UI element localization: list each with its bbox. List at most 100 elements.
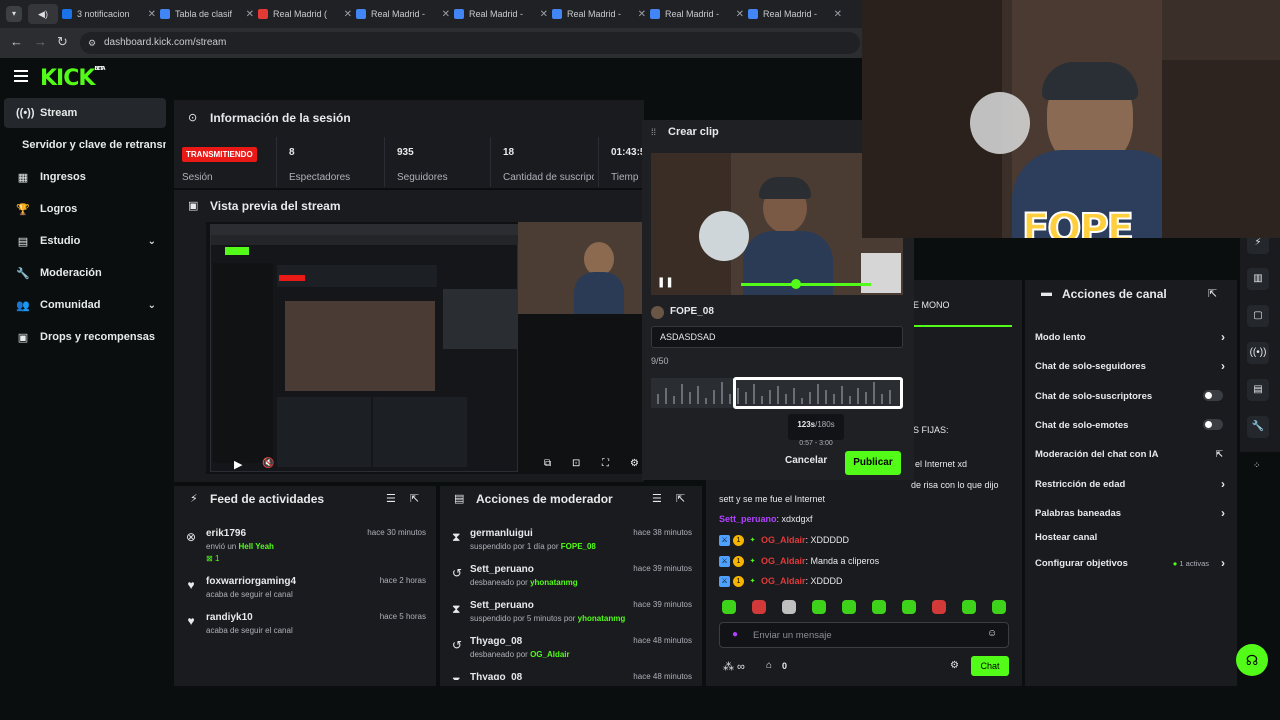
chat-message[interactable]: ⚔ 1 ✦ OG_Aldair: XDDDDD bbox=[719, 535, 849, 547]
browser-tab[interactable]: Tabla de clasif ✕ bbox=[160, 4, 254, 24]
sidebar-item[interactable]: 🔧 Moderación bbox=[4, 258, 166, 288]
emote-icon[interactable] bbox=[752, 600, 766, 614]
channel-action-item[interactable]: Chat de solo-suscriptores bbox=[1035, 390, 1225, 402]
emote-icon[interactable] bbox=[842, 600, 856, 614]
play-icon[interactable]: ▶ bbox=[234, 458, 242, 471]
chat-settings-icon[interactable]: ⚙ bbox=[950, 660, 959, 671]
pip-icon[interactable]: ⧉ bbox=[544, 458, 551, 469]
document-rail-icon[interactable]: ▥ bbox=[1247, 268, 1269, 290]
mod-action-item[interactable]: ↺ Sett_peruano hace 39 minutos desbaneado p… bbox=[452, 564, 692, 598]
stream-video[interactable]: ▶ 🔇 ⧉ ⊡ ⛶ ⚙ bbox=[206, 222, 642, 474]
mod-action-item[interactable]: ↺ Thyago_08 hace 48 minutos desbaneado por … bbox=[452, 636, 692, 670]
channel-action-item[interactable]: Chat de solo-emotes bbox=[1035, 419, 1225, 431]
channel-action-item[interactable]: Chat de solo-seguidores › bbox=[1035, 359, 1225, 373]
browser-tab[interactable]: Real Madrid - ✕ bbox=[356, 4, 450, 24]
chat-message[interactable]: sett y se me fue el Internet bbox=[719, 494, 825, 504]
support-button[interactable]: ☊ bbox=[1236, 644, 1268, 676]
clip-icon[interactable]: ⊡ bbox=[572, 458, 580, 469]
emote-icon[interactable] bbox=[932, 600, 946, 614]
menu-icon[interactable] bbox=[14, 70, 28, 85]
browser-tab[interactable]: Real Madrid (✕ bbox=[258, 4, 352, 24]
back-icon[interactable]: ← bbox=[10, 34, 23, 49]
channel-action-item[interactable]: Configurar objetivos › ● 1 activas bbox=[1035, 556, 1225, 570]
list-rail-icon[interactable]: ▤ bbox=[1247, 379, 1269, 401]
infinity-icon[interactable]: ⁂ ∞ bbox=[723, 660, 745, 673]
chat-input[interactable]: ● Enviar un mensaje ☺ bbox=[719, 622, 1009, 648]
filter-icon[interactable]: ☰ bbox=[652, 492, 662, 505]
close-icon[interactable]: ✕ bbox=[246, 9, 254, 20]
mod-action-item[interactable]: ⧗ germanluigui hace 38 minutos suspendido p… bbox=[452, 528, 692, 562]
close-icon[interactable]: ✕ bbox=[148, 9, 156, 20]
sidebar-item[interactable]: ▤ Estudio ⌄ bbox=[4, 226, 166, 256]
chat-message[interactable]: ⚔ 1 ✦ OG_Aldair: XDDDD bbox=[719, 576, 843, 588]
url-field[interactable]: ⚙ dashboard.kick.com/stream bbox=[80, 32, 860, 54]
emote-icon[interactable] bbox=[902, 600, 916, 614]
chat-username[interactable]: Sett_peruano bbox=[719, 514, 777, 524]
emote-icon[interactable] bbox=[722, 600, 736, 614]
popout-icon[interactable]: ⇱ bbox=[410, 492, 419, 505]
clip-scrubber[interactable] bbox=[741, 283, 871, 286]
close-icon[interactable]: ✕ bbox=[540, 9, 548, 20]
browser-tab[interactable]: Real Madrid - ✕ bbox=[748, 4, 842, 24]
browser-tab[interactable]: Real Madrid - ✕ bbox=[454, 4, 548, 24]
mod-action-item[interactable]: ⧗ Sett_peruano hace 39 minutos suspendido p… bbox=[452, 600, 692, 634]
channel-action-item[interactable]: Palabras baneadas › bbox=[1035, 506, 1225, 520]
browser-tab[interactable]: 3 notificacion ✕ bbox=[62, 4, 156, 24]
mic-icon[interactable]: ● bbox=[732, 629, 738, 640]
sidebar-item[interactable]: ((•)) Stream bbox=[4, 98, 166, 128]
settings-icon[interactable]: ⚙ bbox=[630, 458, 639, 469]
activity-item[interactable]: ♥ randiyk10 hace 5 horas acaba de seguir el… bbox=[184, 612, 426, 646]
reload-icon[interactable]: ↻ bbox=[57, 34, 68, 50]
publish-button[interactable]: Publicar bbox=[845, 451, 901, 475]
audio-tab[interactable]: ◀) bbox=[28, 4, 58, 24]
sidebar-item[interactable]: ▦ Ingresos bbox=[4, 162, 166, 192]
mute-icon[interactable]: 🔇 bbox=[262, 458, 274, 469]
chat-username[interactable]: OG_Aldair bbox=[761, 535, 806, 545]
chat-send-button[interactable]: Chat bbox=[971, 656, 1009, 676]
mod-action-item[interactable]: ⧗ Thyago_08 hace 48 minutos bbox=[452, 672, 692, 680]
emote-icon[interactable] bbox=[782, 600, 796, 614]
popout-icon[interactable]: ⇱ bbox=[676, 492, 685, 505]
drag-handle-icon[interactable]: ⁞⁞ bbox=[651, 127, 656, 137]
filter-icon[interactable]: ☰ bbox=[386, 492, 396, 505]
tab-list-icon[interactable]: ▾ bbox=[6, 6, 22, 22]
toggle-switch[interactable] bbox=[1203, 419, 1223, 430]
fullscreen-icon[interactable]: ⛶ bbox=[602, 458, 609, 469]
emote-icon[interactable] bbox=[992, 600, 1006, 614]
channel-action-item[interactable]: Hostear canal bbox=[1035, 532, 1225, 543]
kick-logo[interactable]: KICKBETA bbox=[40, 66, 106, 91]
emote-icon[interactable] bbox=[812, 600, 826, 614]
site-info-icon[interactable]: ⚙ bbox=[88, 32, 96, 54]
channel-action-item[interactable]: Restricción de edad › bbox=[1035, 477, 1225, 491]
forward-icon[interactable]: → bbox=[34, 34, 47, 49]
browser-tab[interactable]: Real Madrid - ✕ bbox=[650, 4, 744, 24]
emoji-icon[interactable]: ☺ bbox=[987, 628, 997, 639]
activity-item[interactable]: ⊗ erik1796 hace 30 minutos envió un Hell Ye… bbox=[184, 528, 426, 563]
emote-icon[interactable] bbox=[872, 600, 886, 614]
sidebar-item[interactable]: 🏆 Logros bbox=[4, 194, 166, 224]
clip-title-input[interactable]: ASDASDSAD bbox=[651, 326, 903, 348]
pause-icon[interactable]: ❚❚ bbox=[657, 277, 674, 288]
wrench-rail-icon[interactable]: 🔧 bbox=[1247, 416, 1269, 438]
sidebar-item[interactable]: Servidor y clave de retransmisión bbox=[4, 130, 166, 160]
chat-username[interactable]: OG_Aldair bbox=[761, 576, 806, 586]
channel-action-item[interactable]: Modo lento › bbox=[1035, 330, 1225, 344]
chat-message[interactable]: Sett_peruano: xdxdgxf bbox=[719, 514, 813, 524]
store-icon[interactable]: ⌂ bbox=[766, 660, 772, 671]
dots-icon[interactable]: ⁘ bbox=[1253, 460, 1261, 471]
channel-action-item[interactable]: Moderación del chat con IA ⇱ bbox=[1035, 449, 1225, 460]
toggle-switch[interactable] bbox=[1203, 390, 1223, 401]
close-icon[interactable]: ✕ bbox=[736, 9, 744, 20]
activity-item[interactable]: ♥ foxwarriorgaming4 hace 2 horas acaba de s… bbox=[184, 576, 426, 610]
popout-icon[interactable]: ⇱ bbox=[1208, 287, 1217, 300]
chat-message[interactable]: ⚔ 1 ✦ OG_Aldair: Manda a cliperos bbox=[719, 556, 879, 568]
close-icon[interactable]: ✕ bbox=[442, 9, 450, 20]
close-icon[interactable]: ✕ bbox=[344, 9, 352, 20]
sidebar-item[interactable]: ▣ Drops y recompensas bbox=[4, 322, 166, 352]
sidebar-item[interactable]: 👥 Comunidad ⌄ bbox=[4, 290, 166, 320]
chat-rail-icon[interactable]: ▢ bbox=[1247, 305, 1269, 327]
cancel-button[interactable]: Cancelar bbox=[785, 455, 827, 466]
emote-icon[interactable] bbox=[962, 600, 976, 614]
close-icon[interactable]: ✕ bbox=[834, 9, 842, 20]
clip-selection-handle[interactable] bbox=[733, 377, 903, 409]
